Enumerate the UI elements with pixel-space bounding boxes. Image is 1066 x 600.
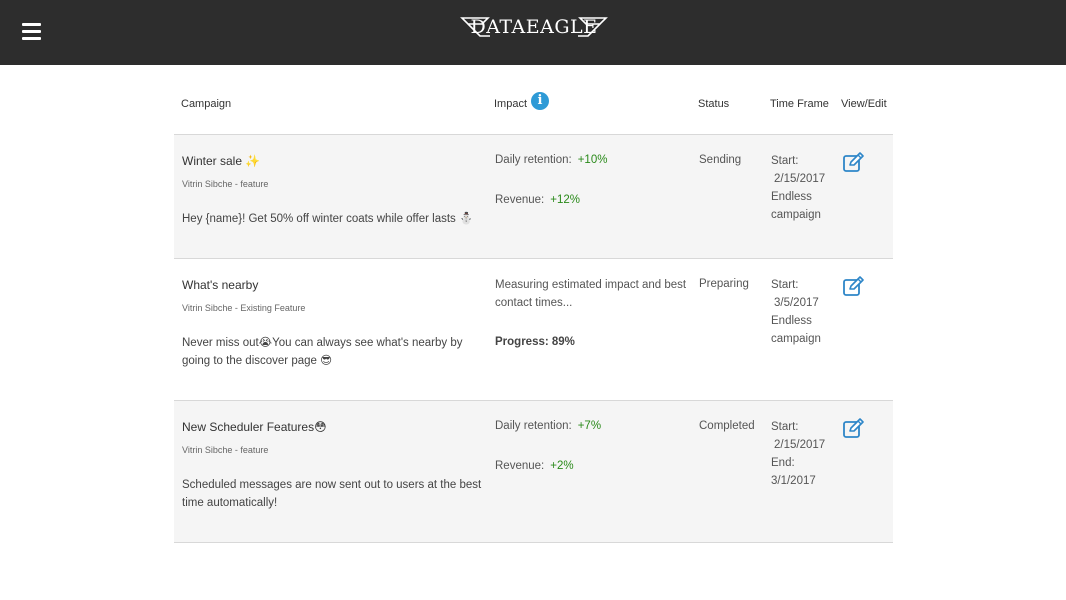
impact-progress: Progress: 89% [495, 336, 575, 348]
column-header-time-frame[interactable]: Time Frame [770, 98, 829, 110]
edit-icon[interactable] [843, 276, 865, 296]
menu-line [22, 37, 41, 40]
impact-revenue-value: +2% [550, 460, 574, 472]
campaign-subtitle: Vitrin Sibche - Existing Feature [182, 303, 306, 313]
impact-retention: Daily retention: +10% [495, 154, 607, 166]
campaigns-table: Campaign Impact i Status Time Frame View… [174, 80, 893, 543]
table-row[interactable]: What's nearby Vitrin Sibche - Existing F… [174, 259, 893, 401]
time-frame-line: Start: [771, 279, 799, 291]
menu-line [22, 23, 41, 26]
impact-revenue-label: Revenue: [495, 194, 545, 206]
campaign-subtitle: Vitrin Sibche - feature [182, 445, 269, 455]
impact-revenue: Revenue: +2% [495, 460, 574, 472]
time-frame-line: 3/1/2017 [771, 475, 816, 487]
impact-retention-label: Daily retention: [495, 420, 572, 432]
table-row[interactable]: Winter sale ✨ Vitrin Sibche - feature He… [174, 135, 893, 259]
impact-revenue: Revenue: +12% [495, 194, 580, 206]
campaign-message: Never miss out😭You can always see what's… [182, 337, 463, 367]
column-header-campaign[interactable]: Campaign [181, 98, 231, 110]
logo-wordmark: DATAEAGLE [470, 16, 598, 38]
time-frame-line: 2/15/2017 [774, 173, 826, 185]
impact-retention-value: +10% [577, 154, 608, 166]
time-frame-line: Endless [771, 191, 812, 203]
edit-icon[interactable] [843, 418, 865, 438]
top-navigation-bar: DATAEAGLE [0, 0, 1066, 65]
status-text: Preparing [699, 278, 749, 290]
table-row[interactable]: New Scheduler Features😳 Vitrin Sibche - … [174, 401, 893, 543]
edit-icon-graphic [843, 276, 864, 296]
edit-icon[interactable] [843, 152, 865, 172]
impact-retention-value: +7% [577, 420, 602, 432]
time-frame: Start: 2/15/2017 End: 3/1/2017 [771, 418, 825, 490]
menu-line [22, 30, 41, 33]
campaign-subtitle: Vitrin Sibche - feature [182, 179, 269, 189]
time-frame-line: 3/5/2017 [774, 297, 819, 309]
info-icon[interactable]: i [531, 92, 549, 110]
status-text: Sending [699, 154, 742, 166]
time-frame-line: Start: [771, 421, 799, 433]
time-frame-line: Start: [771, 155, 799, 167]
status-text: Completed [699, 420, 755, 432]
table-header: Campaign Impact i Status Time Frame View… [174, 80, 893, 135]
time-frame-line: 2/15/2017 [774, 439, 826, 451]
column-header-view-edit: View/Edit [841, 98, 887, 110]
impact-measuring-text: Measuring estimated impact and best cont… [495, 279, 687, 309]
campaign-title[interactable]: New Scheduler Features😳 [182, 420, 327, 434]
campaign-title[interactable]: Winter sale ✨ [182, 154, 260, 168]
impact-revenue-label: Revenue: [495, 460, 545, 472]
time-frame-line: Endless [771, 315, 812, 327]
column-header-status[interactable]: Status [698, 98, 729, 110]
hamburger-menu-icon[interactable] [22, 23, 41, 40]
dataeagle-logo[interactable]: DATAEAGLE [460, 14, 608, 42]
impact-retention-label: Daily retention: [495, 154, 572, 166]
time-frame-line: campaign [771, 333, 821, 345]
column-header-impact[interactable]: Impact [494, 98, 527, 110]
edit-icon-graphic [843, 152, 864, 172]
campaign-message: Scheduled messages are now sent out to u… [182, 479, 482, 509]
campaign-title[interactable]: What's nearby [182, 278, 258, 292]
time-frame-line: End: [771, 457, 795, 469]
time-frame-line: campaign [771, 209, 821, 221]
impact-retention: Daily retention: +7% [495, 420, 601, 432]
impact-revenue-value: +12% [550, 194, 580, 206]
time-frame: Start: 3/5/2017 Endless campaign [771, 276, 821, 348]
time-frame: Start: 2/15/2017 Endless campaign [771, 152, 825, 224]
edit-icon-graphic [843, 418, 864, 438]
campaign-message: Hey {name}! Get 50% off winter coats whi… [182, 213, 474, 225]
